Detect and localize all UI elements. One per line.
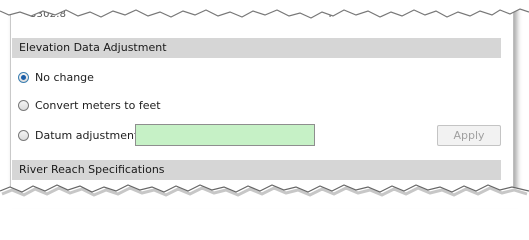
radio-no-change[interactable]: No change [18,69,94,85]
datum-adjustment-input[interactable] [135,124,315,146]
river-reach-section-header: River Reach Specifications [12,160,501,180]
radio-convert-meters-to-feet[interactable]: Convert meters to feet [18,97,161,113]
radio-button-checked-icon[interactable] [18,71,29,83]
elevation-section-title: Elevation Data Adjustment [19,41,167,54]
radio-button-icon[interactable] [18,129,29,141]
radio-datum-adjustment[interactable]: Datum adjustment: [18,127,142,143]
radio-button-icon[interactable] [18,99,29,111]
partial-field-label: Rive [28,188,50,199]
radio-convert-label: Convert meters to feet [35,98,161,112]
radio-datum-label: Datum adjustment: [35,128,142,142]
previous-row-value: 3302.8 [30,9,67,20]
previous-row-value-2: T [327,9,334,20]
apply-button[interactable]: Apply [437,125,501,146]
radio-no-change-label: No change [35,70,94,84]
elevation-section-header: Elevation Data Adjustment [12,38,501,58]
river-reach-section-title: River Reach Specifications [19,163,165,176]
